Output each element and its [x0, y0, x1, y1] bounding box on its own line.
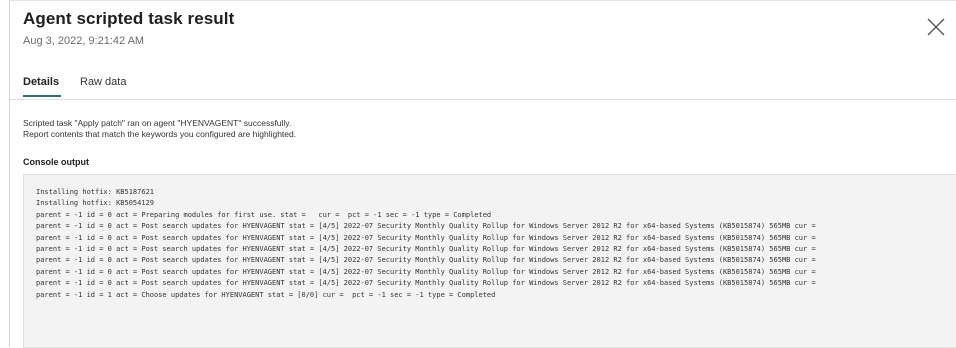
close-button[interactable] [924, 15, 948, 39]
tab-details[interactable]: Details [23, 76, 62, 97]
tab-bar: Details Raw data [10, 69, 956, 100]
console-output[interactable]: Installing hotfix: KB5187621 Installing h… [23, 174, 956, 348]
console-line: parent = -1 id = 0 act = Post search upd… [36, 245, 816, 254]
console-output-text: Installing hotfix: KB5187621 Installing h… [24, 175, 956, 301]
console-output-label: Console output [23, 157, 89, 167]
tab-raw-data[interactable]: Raw data [80, 76, 126, 88]
console-line: parent = -1 id = 0 act = Post search upd… [36, 233, 816, 242]
result-dialog: Agent scripted task result Aug 3, 2022, … [9, 0, 956, 348]
dialog-title: Agent scripted task result [23, 9, 235, 28]
task-result-message: Scripted task "Apply patch" ran on agent… [23, 118, 296, 140]
dialog-timestamp: Aug 3, 2022, 9:21:42 AM [23, 35, 145, 47]
dialog-header: Agent scripted task result Aug 3, 2022, … [23, 9, 234, 47]
console-line: parent = -1 id = 0 act = Post search upd… [36, 279, 816, 288]
console-line: parent = -1 id = 1 act = Choose updates … [36, 290, 496, 299]
console-line: parent = -1 id = 0 act = Post search upd… [36, 256, 816, 265]
task-result-message-line-1: Scripted task "Apply patch" ran on agent… [23, 118, 292, 128]
console-line: parent = -1 id = 0 act = Preparing modul… [36, 210, 492, 219]
console-line: parent = -1 id = 0 act = Post search upd… [36, 222, 816, 231]
task-result-message-line-2: Report contents that match the keywords … [23, 129, 297, 139]
console-line: Installing hotfix: KB5054129 [36, 199, 155, 208]
console-line: parent = -1 id = 0 act = Post search upd… [36, 267, 816, 276]
console-line: Installing hotfix: KB5187621 [36, 188, 155, 196]
close-icon [927, 18, 945, 36]
